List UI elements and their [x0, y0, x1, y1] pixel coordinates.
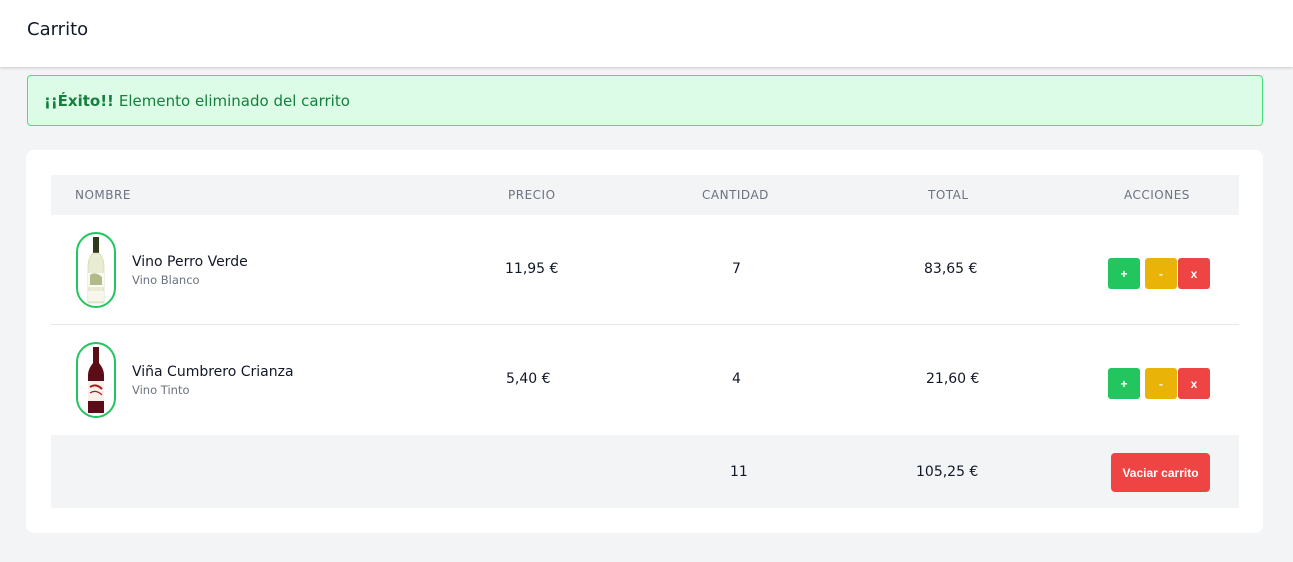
decrease-quantity-button[interactable]: - — [1145, 258, 1177, 289]
column-header-actions: ACCIONES — [1124, 188, 1190, 202]
column-header-total: TOTAL — [928, 188, 969, 202]
product-quantity: 7 — [732, 261, 741, 277]
red-wine-bottle-icon — [88, 347, 104, 413]
app-header: Carrito — [0, 0, 1293, 67]
table-row: Viña Cumbrero Crianza Vino Tinto 5,40 € … — [51, 325, 1239, 435]
remove-item-button[interactable]: x — [1178, 368, 1210, 399]
product-name: Viña Cumbrero Crianza — [132, 364, 294, 380]
alert-message: Elemento eliminado del carrito — [118, 91, 350, 110]
remove-item-button[interactable]: x — [1178, 258, 1210, 289]
table-row: Vino Perro Verde Vino Blanco 11,95 € 7 8… — [51, 215, 1239, 325]
column-header-quantity: CANTIDAD — [702, 188, 769, 202]
total-quantity: 11 — [730, 464, 748, 480]
cart-table: NOMBRE PRECIO CANTIDAD TOTAL ACCIONES Vi… — [51, 175, 1239, 508]
product-category: Vino Blanco — [132, 273, 200, 287]
decrease-quantity-button[interactable]: - — [1145, 368, 1177, 399]
alert-strong: ¡¡Éxito!! — [44, 91, 114, 110]
product-price: 11,95 € — [505, 261, 559, 277]
increase-quantity-button[interactable]: + — [1108, 368, 1140, 399]
product-price: 5,40 € — [506, 371, 551, 387]
column-header-name: NOMBRE — [75, 188, 131, 202]
total-amount: 105,25 € — [916, 464, 979, 480]
increase-quantity-button[interactable]: + — [1108, 258, 1140, 289]
product-total: 21,60 € — [926, 371, 980, 387]
success-alert: ¡¡Éxito!! Elemento eliminado del carrito — [27, 75, 1263, 126]
white-wine-bottle-icon — [87, 237, 105, 304]
product-category: Vino Tinto — [132, 383, 190, 397]
product-thumbnail — [76, 342, 116, 418]
cart-card: NOMBRE PRECIO CANTIDAD TOTAL ACCIONES Vi… — [26, 150, 1263, 533]
table-header: NOMBRE PRECIO CANTIDAD TOTAL ACCIONES — [51, 175, 1239, 215]
product-quantity: 4 — [732, 371, 741, 387]
page-title: Carrito — [27, 19, 89, 40]
product-total: 83,65 € — [924, 261, 978, 277]
product-name: Vino Perro Verde — [132, 254, 248, 270]
product-thumbnail — [76, 232, 116, 308]
table-footer: 11 105,25 € Vaciar carrito — [51, 435, 1239, 508]
column-header-price: PRECIO — [508, 188, 556, 202]
empty-cart-button[interactable]: Vaciar carrito — [1111, 453, 1210, 492]
